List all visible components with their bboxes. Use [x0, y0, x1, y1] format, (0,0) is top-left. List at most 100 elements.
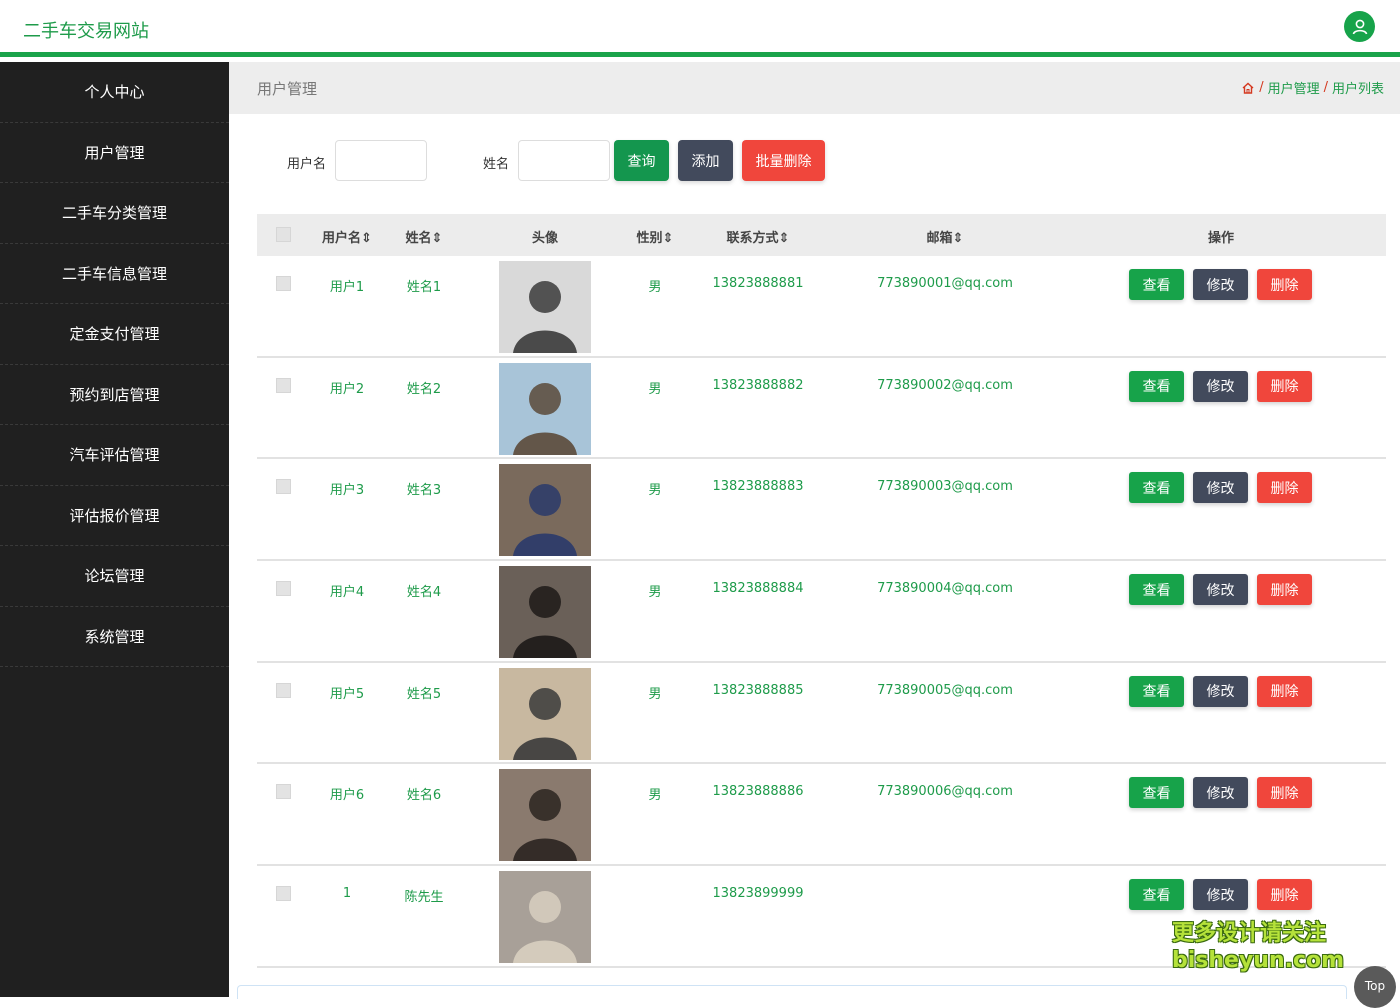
avatar-image [499, 566, 591, 659]
cell-phone: 13823888885 [712, 682, 804, 698]
cell-email: 773890005@qq.com [877, 682, 1013, 698]
delete-button[interactable]: 删除 [1257, 574, 1312, 606]
cell-name: 姓名1 [406, 280, 442, 295]
delete-button[interactable]: 删除 [1257, 370, 1312, 402]
breadcrumb-separator: / [1259, 80, 1264, 95]
sidebar-item-profile[interactable]: 个人中心 [0, 62, 229, 123]
select-all-checkbox[interactable] [276, 227, 291, 242]
cell-name: 姓名6 [406, 788, 442, 804]
row-checkbox[interactable] [276, 886, 291, 902]
row-checkbox[interactable] [276, 784, 291, 800]
sidebar-item-car-category[interactable]: 二手车分类管理 [0, 183, 229, 244]
cell-username: 用户5 [329, 686, 365, 702]
avatar-image [499, 464, 591, 557]
header-email[interactable]: 邮箱⇕ [927, 227, 964, 246]
cell-email: 773890002@qq.com [877, 377, 1013, 393]
cell-username: 用户1 [329, 280, 365, 295]
delete-button[interactable]: 删除 [1257, 472, 1312, 504]
back-to-top-button[interactable]: Top [1354, 966, 1396, 1008]
header-gender[interactable]: 性别⇕ [637, 227, 674, 246]
table-row: 用户2 姓名2 男 13823888882 773890002@qq.com 查… [257, 358, 1386, 460]
view-button[interactable]: 查看 [1129, 370, 1184, 402]
cell-phone: 13823888883 [712, 479, 804, 495]
avatar-image [499, 261, 591, 353]
edit-button[interactable]: 修改 [1193, 675, 1248, 707]
cell-gender: 男 [648, 788, 662, 804]
cell-username: 用户3 [329, 483, 365, 499]
main-content: 用户管理 / 用户管理 / 用户列表 用户名 姓名 查询 添加 批量删除 用户名… [229, 62, 1400, 997]
view-button[interactable]: 查看 [1129, 574, 1184, 606]
row-checkbox[interactable] [276, 682, 291, 698]
edit-button[interactable]: 修改 [1193, 269, 1248, 300]
name-input[interactable] [518, 140, 610, 181]
sidebar-item-deposit[interactable]: 定金支付管理 [0, 304, 229, 365]
row-checkbox[interactable] [276, 276, 291, 291]
batch-delete-button[interactable]: 批量删除 [742, 140, 825, 181]
cell-username: 1 [342, 886, 352, 902]
cell-phone: 13823888886 [712, 784, 804, 800]
cell-username: 用户2 [329, 381, 365, 397]
cell-gender: 男 [648, 585, 662, 601]
cell-username: 用户6 [329, 788, 365, 804]
query-button[interactable]: 查询 [614, 140, 669, 181]
avatar-image [499, 667, 591, 760]
breadcrumb: / 用户管理 / 用户列表 [1241, 78, 1384, 97]
username-input[interactable] [335, 140, 427, 181]
add-button[interactable]: 添加 [678, 140, 733, 181]
sidebar-item-users[interactable]: 用户管理 [0, 123, 229, 183]
cell-name: 姓名3 [406, 483, 442, 499]
page-title: 用户管理 [257, 80, 318, 98]
view-button[interactable]: 查看 [1129, 879, 1184, 911]
breadcrumb-item-user-list[interactable]: 用户列表 [1332, 78, 1384, 97]
avatar-image [499, 769, 591, 862]
cell-gender: 男 [648, 686, 662, 702]
edit-button[interactable]: 修改 [1193, 777, 1248, 809]
user-table: 用户名⇕ 姓名⇕ 头像 性别⇕ 联系方式⇕ 邮箱⇕ 操作 用户1 姓名1 男 1… [257, 214, 1386, 968]
sidebar: 个人中心 用户管理 二手车分类管理 二手车信息管理 定金支付管理 预约到店管理 … [0, 62, 229, 997]
cell-phone: 13823888881 [712, 276, 804, 291]
sidebar-item-evaluation[interactable]: 汽车评估管理 [0, 425, 229, 486]
edit-button[interactable]: 修改 [1193, 879, 1248, 911]
cell-email: 773890003@qq.com [877, 479, 1013, 495]
row-checkbox[interactable] [276, 479, 291, 495]
home-icon[interactable] [1241, 81, 1255, 95]
breadcrumb-item-users[interactable]: 用户管理 [1268, 78, 1320, 97]
header-name[interactable]: 姓名⇕ [406, 227, 443, 246]
search-bar: 用户名 姓名 查询 添加 批量删除 [229, 140, 1129, 182]
view-button[interactable]: 查看 [1129, 777, 1184, 809]
cell-email: 773890006@qq.com [877, 784, 1013, 800]
sidebar-item-car-info[interactable]: 二手车信息管理 [0, 244, 229, 304]
delete-button[interactable]: 删除 [1257, 777, 1312, 809]
edit-button[interactable]: 修改 [1193, 574, 1248, 606]
view-button[interactable]: 查看 [1129, 269, 1184, 300]
delete-button[interactable]: 删除 [1257, 675, 1312, 707]
edit-button[interactable]: 修改 [1193, 472, 1248, 504]
row-checkbox[interactable] [276, 377, 291, 393]
delete-button[interactable]: 删除 [1257, 879, 1312, 911]
breadcrumb-separator: / [1323, 80, 1328, 95]
avatar-image [499, 871, 591, 964]
cell-email: 773890004@qq.com [877, 581, 1013, 597]
header-username[interactable]: 用户名⇕ [322, 227, 372, 246]
header-phone[interactable]: 联系方式⇕ [727, 227, 790, 246]
cell-name: 姓名2 [406, 381, 442, 397]
cell-gender: 男 [648, 280, 662, 295]
row-checkbox[interactable] [276, 581, 291, 597]
name-label: 姓名 [483, 157, 510, 172]
sidebar-item-forum[interactable]: 论坛管理 [0, 546, 229, 607]
page-header: 用户管理 / 用户管理 / 用户列表 [229, 62, 1400, 114]
header-avatar: 头像 [531, 231, 559, 246]
sidebar-item-quote[interactable]: 评估报价管理 [0, 486, 229, 546]
delete-button[interactable]: 删除 [1257, 269, 1312, 300]
cell-gender: 男 [648, 381, 662, 397]
cell-gender: 男 [648, 483, 662, 499]
view-button[interactable]: 查看 [1129, 675, 1184, 707]
view-button[interactable]: 查看 [1129, 472, 1184, 504]
cell-name: 陈先生 [404, 890, 444, 906]
table-row: 用户3 姓名3 男 13823888883 773890003@qq.com 查… [257, 459, 1386, 562]
sidebar-item-appointment[interactable]: 预约到店管理 [0, 365, 229, 425]
table-row: 用户4 姓名4 男 13823888884 773890004@qq.com 查… [257, 561, 1386, 663]
edit-button[interactable]: 修改 [1193, 370, 1248, 402]
sidebar-item-system[interactable]: 系统管理 [0, 607, 229, 667]
user-avatar-icon[interactable] [1344, 11, 1375, 42]
